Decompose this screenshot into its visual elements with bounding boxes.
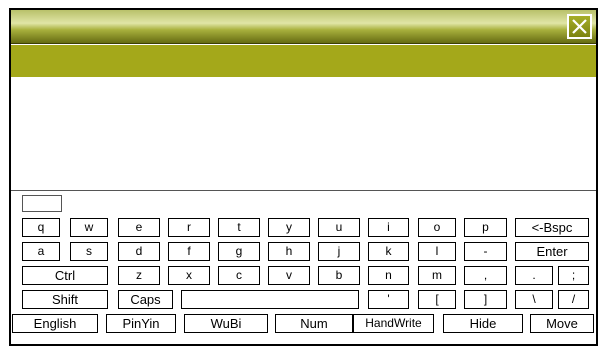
key-ctrl[interactable]: Ctrl bbox=[22, 266, 108, 285]
key-left-bracket[interactable]: [ bbox=[418, 290, 456, 309]
key-wubi[interactable]: WuBi bbox=[184, 314, 268, 333]
key-comma[interactable]: , bbox=[464, 266, 507, 285]
text-input-area[interactable] bbox=[11, 77, 596, 190]
key-semicolon[interactable]: ; bbox=[558, 266, 589, 285]
key-k[interactable]: k bbox=[368, 242, 409, 261]
key-p[interactable]: p bbox=[464, 218, 507, 237]
key-o[interactable]: o bbox=[418, 218, 456, 237]
virtual-keyboard: q w e r t y u i o p <-Bspc a s d f g h j… bbox=[11, 190, 596, 344]
key-shift[interactable]: Shift bbox=[22, 290, 108, 309]
key-f[interactable]: f bbox=[168, 242, 210, 261]
key-c[interactable]: c bbox=[218, 266, 260, 285]
key-slash[interactable]: / bbox=[558, 290, 589, 309]
key-z[interactable]: z bbox=[118, 266, 160, 285]
key-a[interactable]: a bbox=[22, 242, 60, 261]
key-move[interactable]: Move bbox=[530, 314, 594, 333]
key-handwrite[interactable]: HandWrite bbox=[353, 314, 434, 333]
key-m[interactable]: m bbox=[418, 266, 456, 285]
key-backspace[interactable]: <-Bspc bbox=[515, 218, 589, 237]
key-caps[interactable]: Caps bbox=[118, 290, 173, 309]
key-r[interactable]: r bbox=[168, 218, 210, 237]
key-b[interactable]: b bbox=[318, 266, 360, 285]
key-u[interactable]: u bbox=[318, 218, 360, 237]
menu-bar bbox=[11, 45, 596, 77]
key-english[interactable]: English bbox=[12, 314, 98, 333]
key-l[interactable]: l bbox=[418, 242, 456, 261]
key-j[interactable]: j bbox=[318, 242, 360, 261]
key-i[interactable]: i bbox=[368, 218, 409, 237]
key-backslash[interactable]: \ bbox=[515, 290, 553, 309]
key-apostrophe[interactable]: ' bbox=[368, 290, 409, 309]
key-e[interactable]: e bbox=[118, 218, 160, 237]
key-hide[interactable]: Hide bbox=[443, 314, 523, 333]
key-v[interactable]: v bbox=[268, 266, 310, 285]
key-num[interactable]: Num bbox=[275, 314, 353, 333]
key-g[interactable]: g bbox=[218, 242, 260, 261]
key-space[interactable] bbox=[181, 290, 359, 309]
candidate-box bbox=[22, 195, 62, 212]
key-q[interactable]: q bbox=[22, 218, 60, 237]
close-button[interactable] bbox=[567, 14, 592, 39]
key-pinyin[interactable]: PinYin bbox=[106, 314, 176, 333]
key-t[interactable]: t bbox=[218, 218, 260, 237]
key-w[interactable]: w bbox=[70, 218, 108, 237]
key-h[interactable]: h bbox=[268, 242, 310, 261]
close-icon bbox=[572, 19, 587, 34]
key-d[interactable]: d bbox=[118, 242, 160, 261]
key-enter[interactable]: Enter bbox=[515, 242, 589, 261]
title-bar[interactable] bbox=[11, 10, 596, 44]
key-y[interactable]: y bbox=[268, 218, 310, 237]
key-period[interactable]: . bbox=[515, 266, 553, 285]
key-x[interactable]: x bbox=[168, 266, 210, 285]
input-method-window: q w e r t y u i o p <-Bspc a s d f g h j… bbox=[9, 8, 598, 346]
key-minus[interactable]: - bbox=[464, 242, 507, 261]
key-s[interactable]: s bbox=[70, 242, 108, 261]
key-right-bracket[interactable]: ] bbox=[464, 290, 507, 309]
key-n[interactable]: n bbox=[368, 266, 409, 285]
